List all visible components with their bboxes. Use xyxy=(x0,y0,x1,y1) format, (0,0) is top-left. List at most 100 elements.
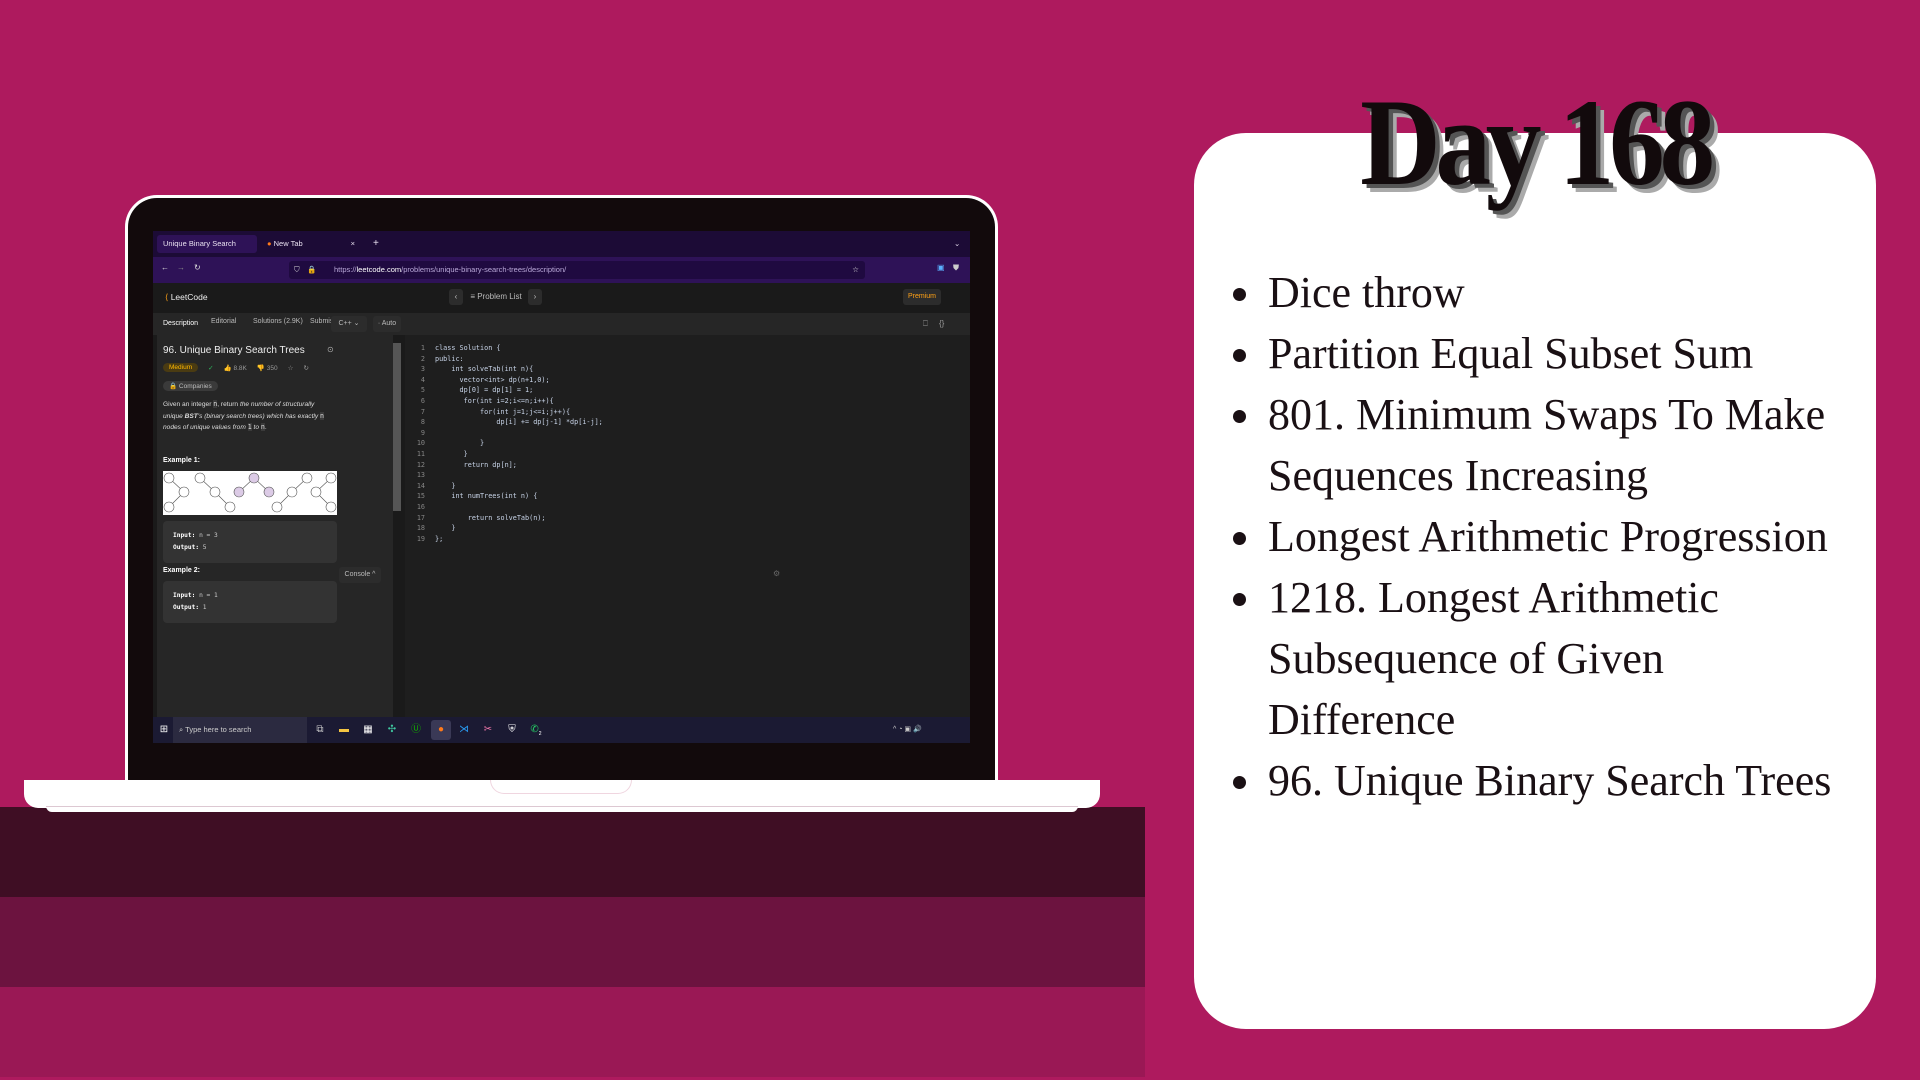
example-1-block: Input: n = 3 Output: 5 xyxy=(163,521,337,563)
firefox-icon[interactable]: ● xyxy=(431,720,451,740)
code-line: 15 int numTrees(int n) { xyxy=(405,491,538,502)
bookmark-icon[interactable]: ⎕ xyxy=(923,319,928,329)
extension-icon[interactable]: ▣ xyxy=(937,263,945,272)
laptop-screen: Unique Binary Search Trees - Le × ● New … xyxy=(153,231,970,743)
line-number: 13 xyxy=(416,471,425,480)
topic-item: 96. Unique Binary Search Trees xyxy=(1233,750,1853,811)
system-tray[interactable]: ^ ◔ ▣ 🔊 xyxy=(893,725,922,733)
lock-icon: 🔒 xyxy=(307,265,317,274)
taskbar-search[interactable]: ⌕ Type here to search xyxy=(173,717,307,743)
topic-item: 1218. Longest Arithmetic Subsequence of … xyxy=(1233,567,1853,750)
example-2-block: Input: n = 1 Output: 1 xyxy=(163,581,337,623)
leetcode-logo[interactable]: ⟨ LeetCode xyxy=(165,292,208,303)
security-icon[interactable]: ⛨ xyxy=(505,723,519,737)
navigation-bar: ← → ↻ ⛉ 🔒 https://leetcode.com/problems/un… xyxy=(153,257,970,283)
tab-editorial[interactable]: Editorial xyxy=(211,318,236,325)
code-line: 13 xyxy=(405,470,435,481)
code-line: 10 } xyxy=(405,438,484,449)
share-icon[interactable]: ↻ xyxy=(303,364,308,372)
language-select[interactable]: C++ ⌄ xyxy=(331,316,367,332)
vscode-icon[interactable]: ⋊ xyxy=(457,723,471,737)
code-line: 5 dp[0] = dp[1] = 1; xyxy=(405,385,533,396)
whatsapp-icon[interactable]: ✆2 xyxy=(529,723,543,737)
file-explorer-icon[interactable]: ▬ xyxy=(337,723,351,737)
code-text: for(int i=2;i<=n;i++){ xyxy=(435,397,554,405)
code-line: 9 xyxy=(405,428,435,439)
topic-item: Longest Arithmetic Progression xyxy=(1233,506,1853,567)
code-text: } xyxy=(435,450,468,458)
slide-title: Day 168 xyxy=(1360,74,1715,211)
notification-badge: 2 xyxy=(538,731,542,737)
code-line: 8 dp[i] += dp[j-1] *dp[i-j]; xyxy=(405,417,603,428)
line-number: 19 xyxy=(416,534,425,543)
code-line: 6 for(int i=2;i<=n;i++){ xyxy=(405,396,554,407)
companies-tag[interactable]: 🔒 Companies xyxy=(163,381,218,391)
app-icon[interactable]: ✣ xyxy=(385,723,399,737)
browser-tab-active[interactable]: Unique Binary Search Trees - Le × xyxy=(157,235,257,266)
code-line: 19}; xyxy=(405,534,443,545)
code-text: } xyxy=(435,524,456,533)
snipping-tool-icon[interactable]: ✂ xyxy=(481,723,495,737)
problem-description: Given an integer n, return the number of… xyxy=(163,400,325,431)
code-editor[interactable]: 1 class Solution {2 public: 3 int solveTab(… xyxy=(405,335,970,717)
band-light xyxy=(0,987,1145,1077)
store-icon[interactable]: ▦ xyxy=(361,723,375,737)
star-icon[interactable]: ☆ xyxy=(288,364,294,372)
browser-tab-new[interactable]: ● New Tab × xyxy=(261,235,361,253)
tab-description[interactable]: Description xyxy=(157,313,205,335)
line-number: 15 xyxy=(416,492,425,501)
code-line: 14 } xyxy=(405,481,456,492)
problem-list-button[interactable]: ≡ Problem List xyxy=(467,289,525,305)
code-text: vector<int> dp(n+1,0); xyxy=(435,375,550,384)
topic-item: Partition Equal Subset Sum xyxy=(1233,323,1853,384)
chevron-down-icon[interactable]: ⌄ xyxy=(948,235,966,253)
lock-icon: 🔒 xyxy=(169,383,178,390)
line-number: 5 xyxy=(420,386,425,395)
leetcode-header: ⟨ LeetCode ‹ ≡ Problem List › Premium xyxy=(153,283,970,313)
line-number: 10 xyxy=(416,439,425,448)
url-path: /problems/unique-binary-search-trees/des… xyxy=(401,265,567,274)
auto-button[interactable]: · Auto xyxy=(373,316,401,332)
line-number: 9 xyxy=(420,428,425,437)
reload-icon[interactable]: ↻ xyxy=(194,263,201,272)
tab-solutions[interactable]: Solutions (2.9K) xyxy=(253,318,303,325)
debug-icon[interactable]: ⚙ xyxy=(773,569,780,578)
code-text: public: xyxy=(435,354,464,363)
more-icon[interactable]: ⊙ xyxy=(327,345,334,354)
code-text: } xyxy=(435,439,485,448)
windows-start-icon[interactable]: ⊞ xyxy=(157,723,171,737)
back-icon[interactable]: ← xyxy=(161,263,169,272)
dislike-button[interactable]: 👎 350 xyxy=(257,364,278,372)
line-number: 4 xyxy=(420,375,425,384)
code-line: 1 class Solution { xyxy=(405,343,501,354)
example-1-label: Example 1: xyxy=(163,457,200,464)
premium-button[interactable]: Premium xyxy=(903,289,941,305)
url-domain: leetcode.com xyxy=(356,265,402,274)
close-icon[interactable]: × xyxy=(351,235,355,253)
code-line: 17 return solveTab(n); xyxy=(405,513,546,524)
url-input[interactable]: ⛉ 🔒 https://leetcode.com/problems/unique-b… xyxy=(289,261,865,279)
new-tab-button[interactable]: + xyxy=(367,235,385,253)
line-number: 8 xyxy=(420,418,425,427)
star-icon[interactable]: ☆ xyxy=(852,261,859,279)
code-line: 16 xyxy=(405,502,435,513)
forward-icon[interactable]: → xyxy=(177,263,185,272)
next-problem-button[interactable]: › xyxy=(528,289,542,305)
code-line: 18 } xyxy=(405,523,456,534)
line-number: 6 xyxy=(420,397,425,405)
console-button[interactable]: Console ^ xyxy=(339,567,381,583)
shield-extension-icon[interactable]: ⛊ xyxy=(953,263,959,273)
prev-problem-button[interactable]: ‹ xyxy=(449,289,463,305)
code-line: 2 public: xyxy=(405,354,464,365)
scrollbar[interactable] xyxy=(393,343,401,511)
description-panel: 96. Unique Binary Search Trees ⊙ Medium … xyxy=(157,335,401,717)
example-2-label: Example 2: xyxy=(163,567,200,574)
like-button[interactable]: 👍 8.8K xyxy=(224,364,247,372)
task-view-icon[interactable]: ⧉ xyxy=(313,723,327,737)
line-number: 3 xyxy=(420,365,425,374)
line-number: 2 xyxy=(420,354,425,363)
upwork-icon[interactable]: Ⓤ xyxy=(409,723,423,737)
code-text: class Solution { xyxy=(435,344,501,352)
braces-icon[interactable]: {} xyxy=(939,319,944,328)
code-text: } xyxy=(435,481,456,490)
